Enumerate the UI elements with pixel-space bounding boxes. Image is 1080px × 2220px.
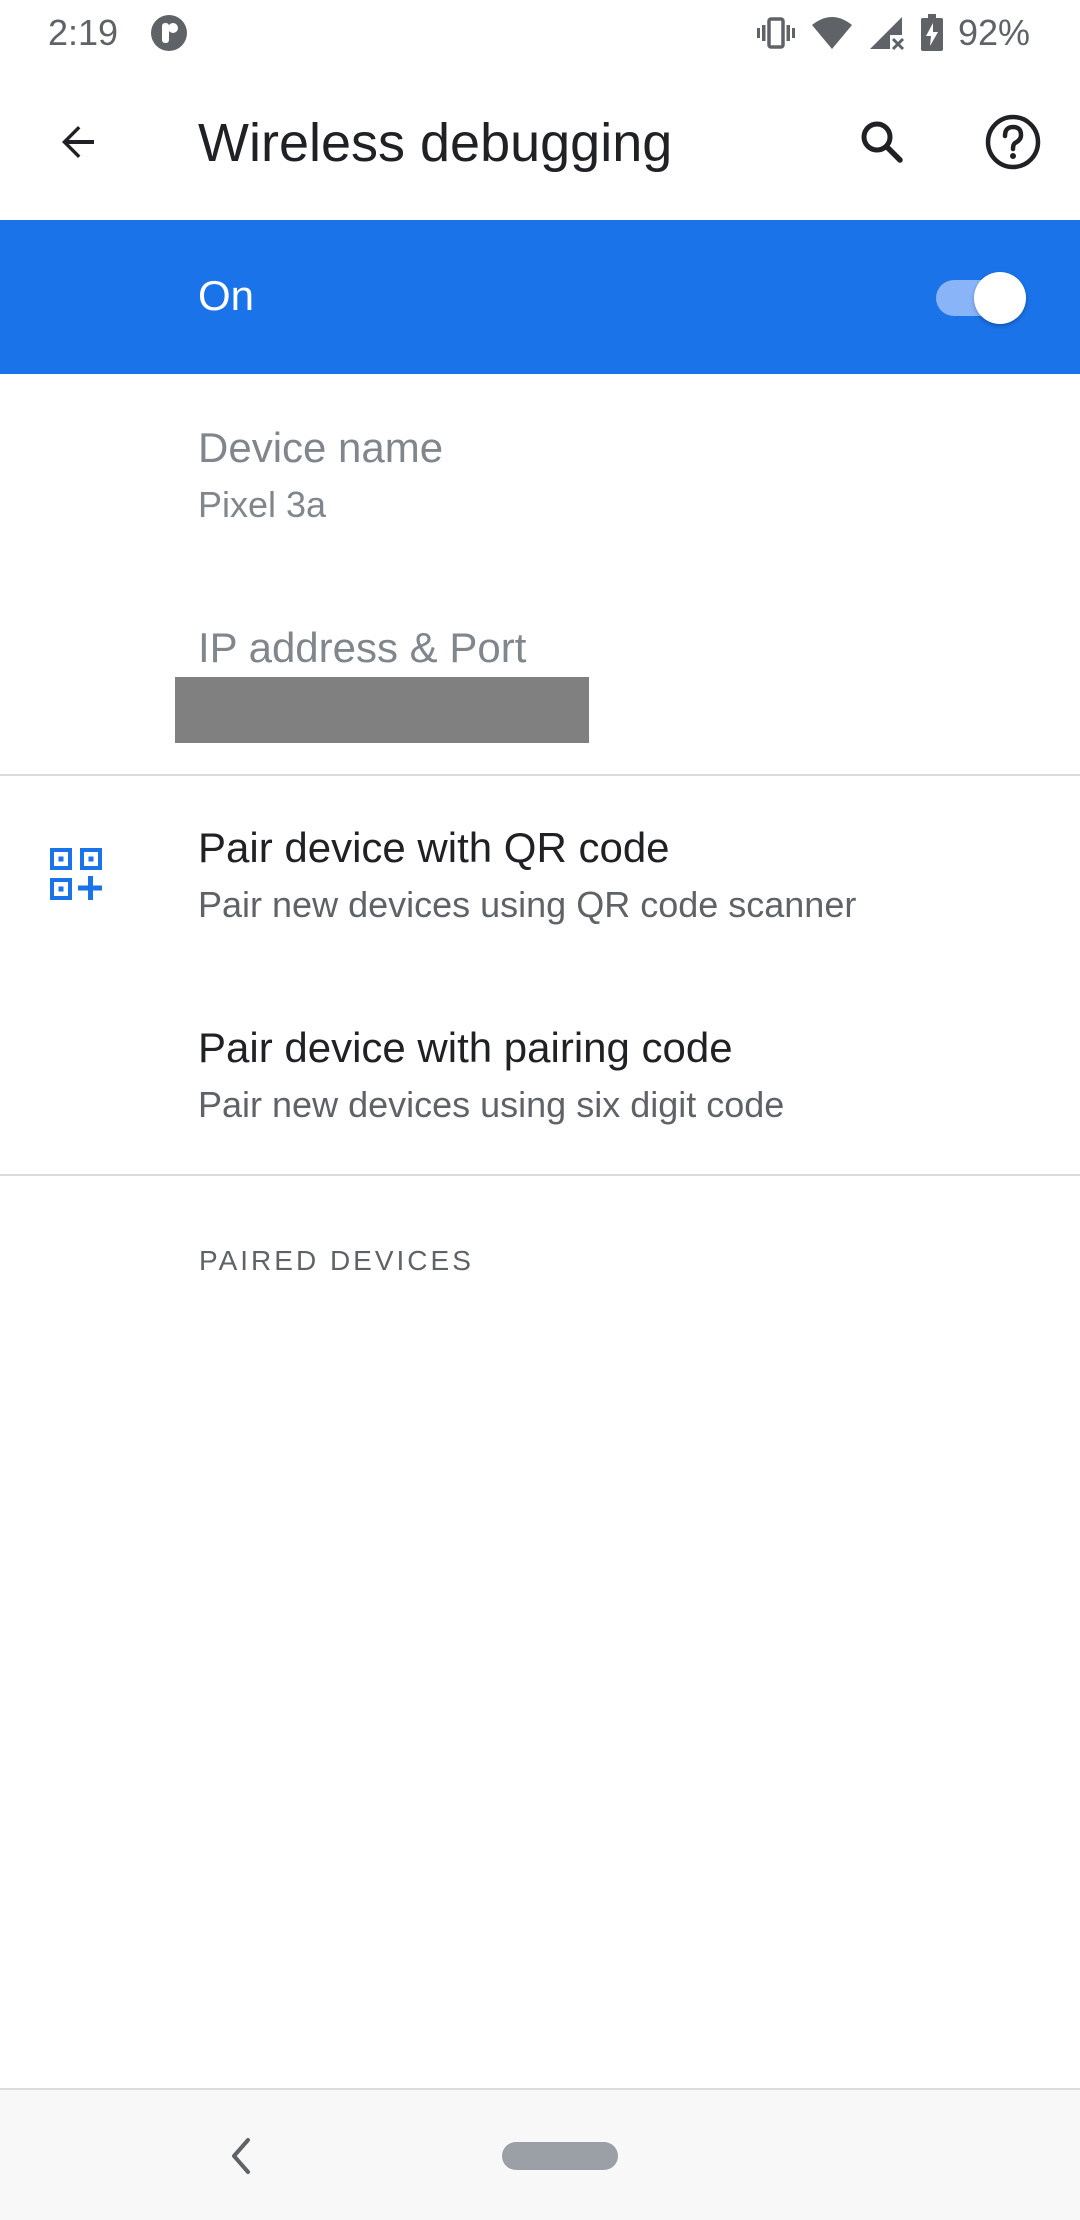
nav-back-icon[interactable] bbox=[224, 2132, 256, 2180]
wifi-icon bbox=[811, 17, 852, 49]
pref-device-name: Device name Pixel 3a bbox=[0, 374, 1080, 574]
page-title: Wireless debugging bbox=[198, 113, 673, 173]
search-button[interactable] bbox=[838, 98, 926, 186]
arrow-back-icon bbox=[62, 126, 94, 158]
vibrate-icon bbox=[756, 17, 795, 49]
navigation-bar bbox=[0, 2088, 1080, 2220]
divider bbox=[0, 1174, 1080, 1176]
pref-pair-code-title: Pair device with pairing code bbox=[198, 1024, 733, 1071]
back-button[interactable] bbox=[34, 98, 122, 186]
paired-devices-header: PAIRED DEVICES bbox=[199, 1245, 474, 1276]
qr-code-scanner-icon bbox=[50, 848, 102, 900]
pref-pair-qr-summary: Pair new devices using QR code scanner bbox=[198, 884, 857, 925]
pref-pair-qr[interactable]: Pair device with QR code Pair new device… bbox=[0, 776, 1080, 976]
help-icon bbox=[985, 114, 1041, 170]
help-button[interactable] bbox=[969, 98, 1057, 186]
pref-pair-code-summary: Pair new devices using six digit code bbox=[198, 1084, 785, 1125]
master-switch-bar[interactable]: On bbox=[0, 220, 1080, 374]
screen: 2:19 92% Wireless debugging On Device na… bbox=[0, 0, 1080, 2220]
app-bar: Wireless debugging bbox=[0, 66, 1080, 220]
status-icons: 92% bbox=[756, 10, 1030, 56]
pref-pair-code[interactable]: Pair device with pairing code Pair new d… bbox=[0, 976, 1080, 1174]
pref-device-name-title: Device name bbox=[198, 424, 444, 471]
redacted-ip-value bbox=[175, 677, 589, 743]
notification-app-icon bbox=[151, 15, 187, 51]
pref-ip-address-title: IP address & Port bbox=[198, 624, 527, 671]
battery-charging-icon bbox=[920, 14, 943, 51]
status-bar: 2:19 92% bbox=[0, 0, 1080, 66]
signal-icon bbox=[869, 17, 904, 51]
pref-device-name-summary: Pixel 3a bbox=[198, 484, 327, 525]
nav-home-pill[interactable] bbox=[502, 2142, 618, 2170]
status-time: 2:19 bbox=[48, 12, 119, 53]
master-switch-toggle[interactable] bbox=[936, 272, 1026, 324]
battery-percent: 92% bbox=[957, 12, 1030, 53]
search-icon bbox=[861, 121, 903, 163]
switch-thumb bbox=[974, 272, 1026, 324]
pref-ip-address: IP address & Port bbox=[0, 574, 1080, 774]
master-switch-label: On bbox=[198, 272, 255, 319]
pref-pair-qr-title: Pair device with QR code bbox=[198, 824, 670, 871]
